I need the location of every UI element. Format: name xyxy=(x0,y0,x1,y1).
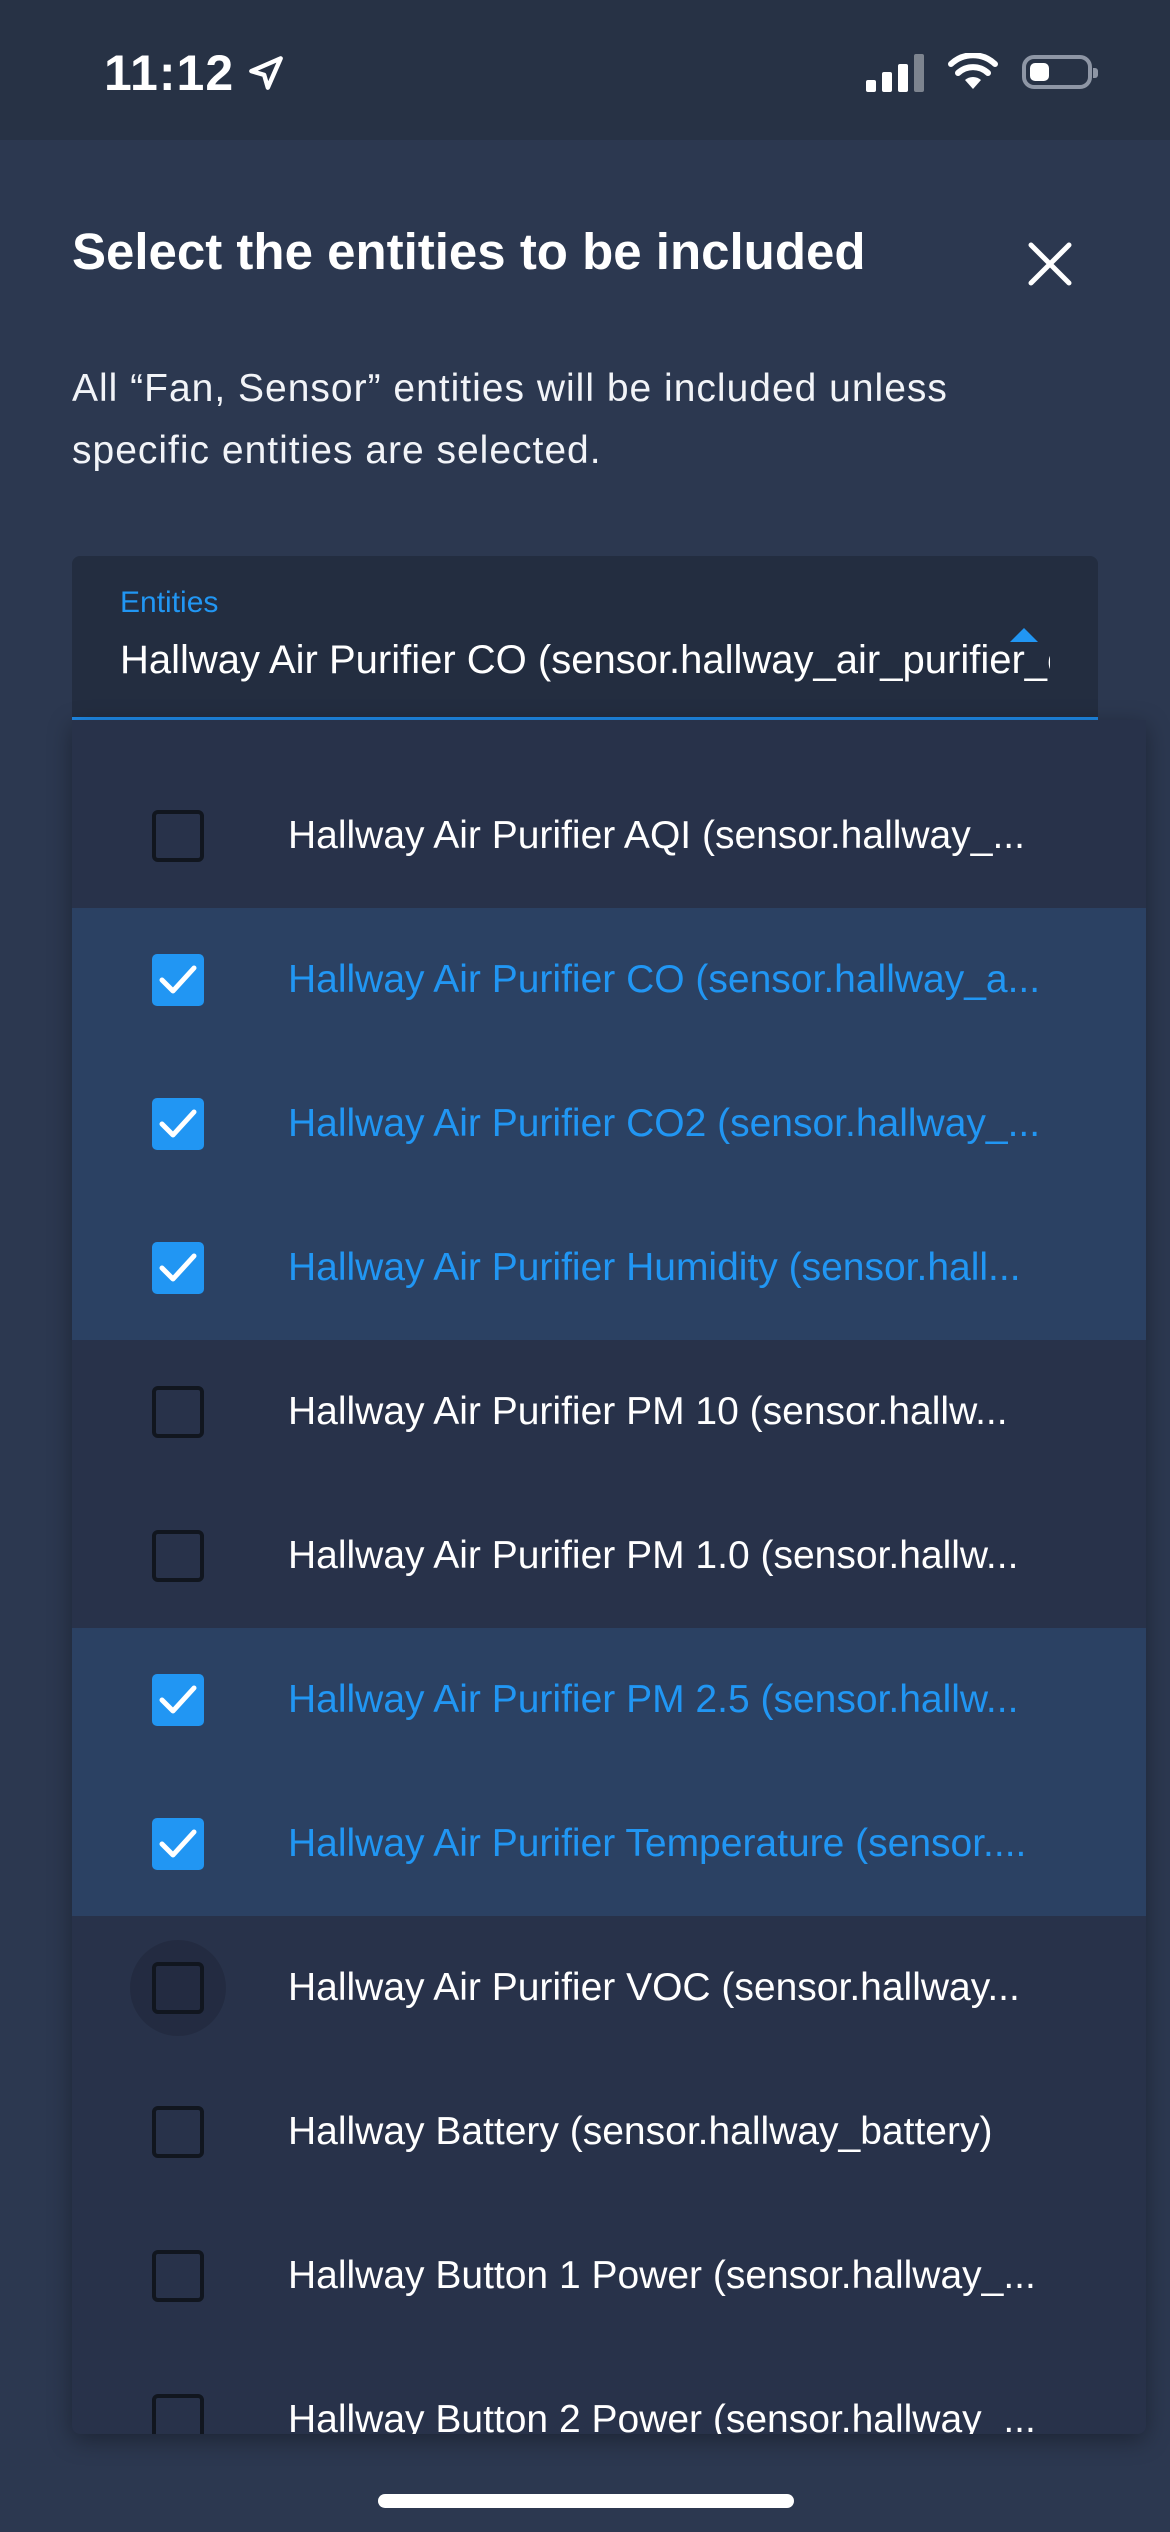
entity-option[interactable]: Hallway Battery (sensor.hallway_battery) xyxy=(72,2060,1146,2204)
checkmark-icon xyxy=(159,1109,197,1138)
checkbox-unchecked[interactable] xyxy=(152,1962,204,2014)
entity-option[interactable]: Hallway Air Purifier CO (sensor.hallway_… xyxy=(72,908,1146,1052)
entity-option-label: Hallway Air Purifier AQI (sensor.hallway… xyxy=(288,814,1025,857)
battery-level xyxy=(1030,63,1049,81)
entity-option-label: Hallway Air Purifier CO (sensor.hallway_… xyxy=(288,958,1041,1001)
wifi-icon xyxy=(948,53,998,89)
checkbox-unchecked[interactable] xyxy=(152,1386,204,1438)
close-button[interactable] xyxy=(1014,228,1086,300)
checkbox-checked[interactable] xyxy=(152,954,204,1006)
status-time: 11:12 xyxy=(104,44,288,102)
status-time-text: 11:12 xyxy=(104,45,235,101)
caret-up-icon[interactable] xyxy=(1010,628,1038,642)
checkbox-unchecked[interactable] xyxy=(152,2250,204,2302)
checkbox-checked[interactable] xyxy=(152,1818,204,1870)
checkbox-unchecked[interactable] xyxy=(152,1530,204,1582)
entity-option[interactable]: Hallway Air Purifier PM 1.0 (sensor.hall… xyxy=(72,1484,1146,1628)
checkmark-icon xyxy=(159,965,197,994)
entities-options-list: Hallway Air Purifier AQI (sensor.hallway… xyxy=(72,764,1146,2434)
cellular-signal-icon xyxy=(866,52,924,92)
entity-option-label: Hallway Air Purifier Temperature (sensor… xyxy=(288,1822,1027,1865)
entity-option-label: Hallway Air Purifier VOC (sensor.hallway… xyxy=(288,1966,1020,2009)
checkbox-checked[interactable] xyxy=(152,1098,204,1150)
checkbox-unchecked[interactable] xyxy=(152,2106,204,2158)
entity-option-label: Hallway Battery (sensor.hallway_battery) xyxy=(288,2110,993,2153)
checkmark-icon xyxy=(159,1685,197,1714)
entity-option-label: Hallway Air Purifier PM 2.5 (sensor.hall… xyxy=(288,1678,1019,1721)
checkmark-icon xyxy=(159,1253,197,1282)
checkbox-unchecked[interactable] xyxy=(152,2394,204,2434)
entity-option-label: Hallway Air Purifier PM 1.0 (sensor.hall… xyxy=(288,1534,1019,1577)
dialog-description: All “Fan, Sensor” entities will be inclu… xyxy=(72,367,948,472)
entity-option[interactable]: Hallway Air Purifier Temperature (sensor… xyxy=(72,1772,1146,1916)
home-indicator xyxy=(378,2494,794,2508)
entity-option-label: Hallway Air Purifier Humidity (sensor.ha… xyxy=(288,1246,1021,1289)
status-bar: 11:12 xyxy=(0,0,1170,140)
close-icon xyxy=(1028,242,1072,286)
entity-option[interactable]: Hallway Air Purifier PM 10 (sensor.hallw… xyxy=(72,1340,1146,1484)
checkbox-unchecked[interactable] xyxy=(152,810,204,862)
entity-option[interactable]: Hallway Air Purifier Humidity (sensor.ha… xyxy=(72,1196,1146,1340)
entities-field-value[interactable]: Hallway Air Purifier CO (sensor.hallway_… xyxy=(120,638,1050,683)
location-arrow-icon xyxy=(249,56,283,90)
battery-icon xyxy=(1022,55,1098,89)
checkmark-icon xyxy=(159,1829,197,1858)
entity-option[interactable]: Hallway Button 2 Power (sensor.hallway_.… xyxy=(72,2348,1146,2434)
entity-option-label: Hallway Button 1 Power (sensor.hallway_.… xyxy=(288,2254,1036,2297)
entity-option[interactable]: Hallway Button 1 Power (sensor.hallway_.… xyxy=(72,2204,1146,2348)
entities-select[interactable]: Entities Hallway Air Purifier CO (sensor… xyxy=(72,556,1098,720)
entity-option[interactable]: Hallway Air Purifier AQI (sensor.hallway… xyxy=(72,764,1146,908)
entities-field-label: Entities xyxy=(120,586,219,619)
dialog-title: Select the entities to be included xyxy=(72,223,866,280)
entity-option[interactable]: Hallway Air Purifier VOC (sensor.hallway… xyxy=(72,1916,1146,2060)
entity-option-label: Hallway Air Purifier CO2 (sensor.hallway… xyxy=(288,1102,1041,1145)
checkbox-checked[interactable] xyxy=(152,1674,204,1726)
status-icons xyxy=(866,52,1098,92)
entity-option-label: Hallway Air Purifier PM 10 (sensor.hallw… xyxy=(288,1390,1008,1433)
entity-option[interactable]: Hallway Air Purifier PM 2.5 (sensor.hall… xyxy=(72,1628,1146,1772)
entity-option-label: Hallway Button 2 Power (sensor.hallway_.… xyxy=(288,2398,1036,2434)
entities-dropdown[interactable]: Hallway Air Purifier AQI (sensor.hallway… xyxy=(72,720,1146,2434)
checkbox-checked[interactable] xyxy=(152,1242,204,1294)
entity-option[interactable]: Hallway Air Purifier CO2 (sensor.hallway… xyxy=(72,1052,1146,1196)
